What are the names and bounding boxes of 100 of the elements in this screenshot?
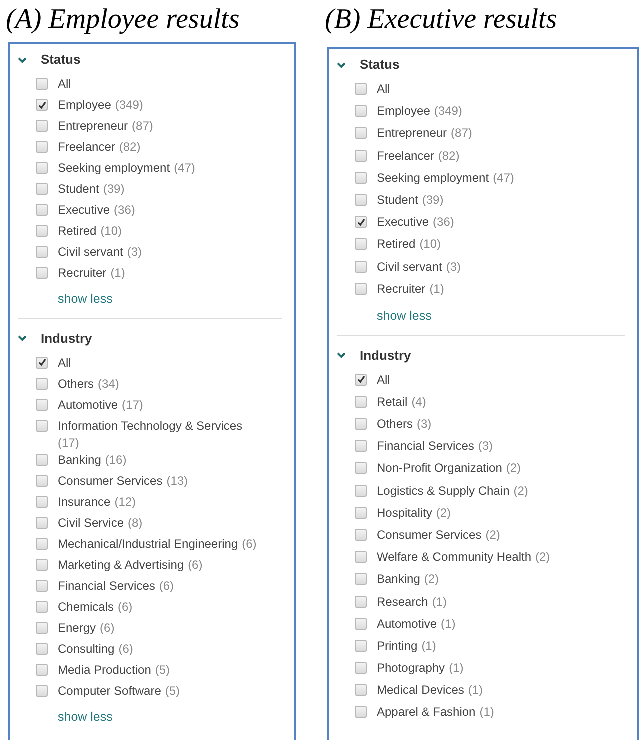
checkbox[interactable]	[355, 396, 367, 408]
checkbox[interactable]	[36, 516, 48, 529]
checkbox[interactable]	[36, 420, 48, 432]
option-label: Apparel & Fashion	[377, 704, 476, 722]
checkbox[interactable]	[36, 204, 48, 216]
checkbox[interactable]	[355, 618, 367, 630]
option-label: Freelancer	[377, 148, 434, 165]
checkbox[interactable]	[36, 664, 48, 676]
section-header[interactable]: Status	[18, 50, 282, 70]
option-count: (3)	[478, 438, 494, 456]
checkbox[interactable]	[36, 267, 48, 279]
checkbox[interactable]	[36, 378, 48, 390]
option-label: Consumer Services	[377, 526, 482, 544]
option-count: (1)	[468, 682, 484, 700]
checkbox[interactable]	[36, 141, 48, 153]
checkbox[interactable]	[36, 99, 48, 111]
section-header[interactable]: Status	[337, 55, 625, 75]
checkbox[interactable]	[36, 496, 48, 508]
option-label: Retail	[377, 394, 408, 411]
checkbox[interactable]	[36, 162, 48, 174]
checkbox[interactable]	[36, 642, 48, 655]
show-less-link[interactable]: show less	[377, 306, 432, 326]
option-label: Marketing & Advertising	[58, 556, 184, 574]
option-label: Employee	[377, 103, 430, 120]
option-label: Student	[377, 192, 418, 209]
option-label: Retired	[377, 236, 416, 254]
show-less-link[interactable]: show less	[58, 290, 113, 309]
option-count: (39)	[422, 192, 444, 209]
checkbox[interactable]	[355, 684, 367, 696]
option-count: (82)	[438, 148, 460, 165]
option-count: (6)	[242, 536, 257, 553]
checkbox[interactable]	[36, 120, 48, 132]
option-count: (2)	[514, 482, 528, 500]
option-label: Employee	[58, 97, 112, 114]
option-label: Medical Devices	[377, 682, 464, 700]
checkbox[interactable]	[355, 573, 367, 586]
option-label: Photography	[377, 660, 446, 678]
option-label: Printing	[377, 638, 418, 655]
option-label: Energy	[58, 620, 96, 637]
option-count: (82)	[119, 139, 141, 156]
option-label: Financial Services	[377, 438, 474, 456]
checkbox[interactable]	[355, 418, 367, 430]
checkbox[interactable]	[36, 183, 48, 195]
checkbox[interactable]	[355, 105, 367, 118]
checkbox[interactable]	[36, 225, 48, 237]
checkbox[interactable]	[355, 172, 367, 184]
checkbox[interactable]	[355, 238, 367, 250]
section-header[interactable]: Industry	[337, 346, 625, 366]
checkbox[interactable]	[355, 640, 367, 652]
checkbox[interactable]	[36, 398, 48, 411]
checkbox[interactable]	[36, 622, 48, 634]
checkbox[interactable]	[355, 440, 367, 452]
checkbox[interactable]	[355, 462, 367, 474]
checkbox[interactable]	[355, 83, 367, 95]
option-label: All	[58, 354, 72, 372]
option-label: Automotive	[58, 396, 118, 414]
checkbox[interactable]	[36, 684, 48, 697]
checkbox[interactable]	[36, 78, 48, 90]
checkbox[interactable]	[36, 474, 48, 487]
checkbox[interactable]	[36, 454, 48, 466]
section-header[interactable]: Industry	[18, 328, 282, 349]
option-label: Non-Profit Organization	[377, 460, 502, 478]
option-count: (349)	[115, 97, 144, 114]
checkbox[interactable]	[355, 596, 367, 608]
checkbox[interactable]	[36, 538, 48, 550]
checkbox[interactable]	[36, 580, 48, 592]
option-count: (17)	[122, 396, 144, 414]
option-label: All	[377, 372, 390, 389]
checkbox[interactable]	[355, 662, 367, 674]
checkbox[interactable]	[355, 282, 367, 295]
option-label: Banking	[58, 452, 102, 469]
checkbox[interactable]	[355, 127, 367, 140]
checkbox[interactable]	[36, 600, 48, 613]
checkbox[interactable]	[355, 484, 367, 497]
option-count: (349)	[434, 103, 462, 120]
checkbox[interactable]	[355, 216, 367, 228]
option-count: (87)	[132, 118, 154, 135]
option-count: (8)	[128, 514, 143, 532]
option-count: (87)	[451, 125, 472, 142]
option-label: Chemicals	[58, 598, 114, 616]
checkbox[interactable]	[355, 706, 367, 718]
checkbox[interactable]	[355, 374, 367, 386]
checkbox[interactable]	[36, 246, 48, 258]
option-count: (47)	[493, 170, 514, 187]
option-label: Civil servant	[377, 258, 442, 276]
option-count: (16)	[105, 452, 127, 469]
checkbox[interactable]	[355, 528, 367, 541]
checkbox[interactable]	[355, 506, 367, 519]
option-count: (10)	[100, 223, 122, 240]
option-count: (12)	[114, 494, 136, 511]
checkbox[interactable]	[355, 260, 367, 272]
checkbox[interactable]	[355, 150, 367, 162]
checkbox[interactable]	[355, 551, 367, 564]
checkbox[interactable]	[355, 194, 367, 206]
option-label: Automotive	[377, 616, 438, 633]
show-less-link[interactable]: show less	[58, 708, 113, 726]
checkbox[interactable]	[36, 356, 48, 369]
option-count: (5)	[155, 662, 170, 679]
option-label: Retired	[58, 223, 97, 240]
checkbox[interactable]	[36, 558, 48, 571]
